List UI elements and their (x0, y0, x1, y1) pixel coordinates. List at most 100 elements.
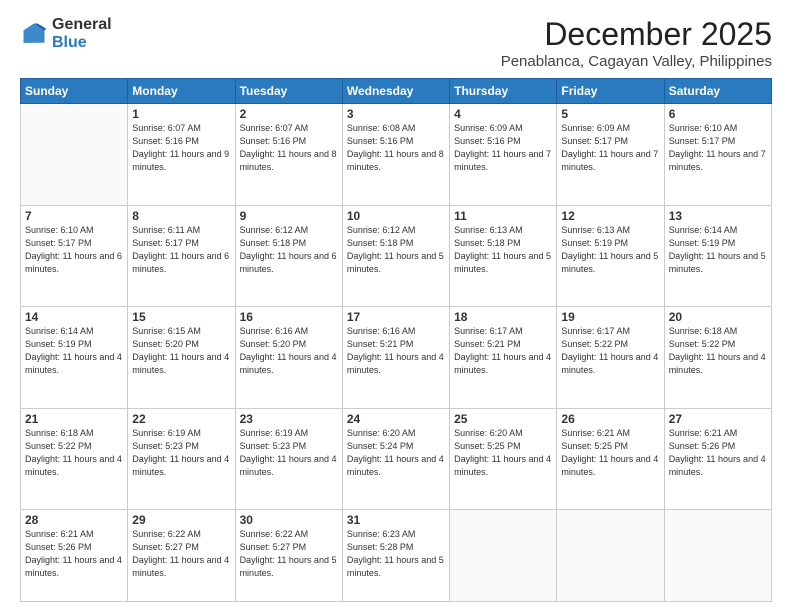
weekday-header: Thursday (450, 79, 557, 104)
weekday-header-row: SundayMondayTuesdayWednesdayThursdayFrid… (21, 79, 772, 104)
calendar-cell: 6Sunrise: 6:10 AM Sunset: 5:17 PM Daylig… (664, 104, 771, 206)
calendar-cell: 5Sunrise: 6:09 AM Sunset: 5:17 PM Daylig… (557, 104, 664, 206)
day-info: Sunrise: 6:08 AM Sunset: 5:16 PM Dayligh… (347, 122, 445, 174)
day-number: 2 (240, 107, 338, 121)
weekday-header: Monday (128, 79, 235, 104)
calendar-cell: 17Sunrise: 6:16 AM Sunset: 5:21 PM Dayli… (342, 307, 449, 409)
day-info: Sunrise: 6:21 AM Sunset: 5:26 PM Dayligh… (25, 528, 123, 580)
weekday-header: Sunday (21, 79, 128, 104)
calendar-cell: 25Sunrise: 6:20 AM Sunset: 5:25 PM Dayli… (450, 408, 557, 510)
calendar-week-row: 21Sunrise: 6:18 AM Sunset: 5:22 PM Dayli… (21, 408, 772, 510)
day-info: Sunrise: 6:20 AM Sunset: 5:24 PM Dayligh… (347, 427, 445, 479)
day-number: 20 (669, 310, 767, 324)
day-info: Sunrise: 6:12 AM Sunset: 5:18 PM Dayligh… (240, 224, 338, 276)
calendar-cell: 21Sunrise: 6:18 AM Sunset: 5:22 PM Dayli… (21, 408, 128, 510)
day-info: Sunrise: 6:19 AM Sunset: 5:23 PM Dayligh… (240, 427, 338, 479)
day-number: 12 (561, 209, 659, 223)
day-number: 28 (25, 513, 123, 527)
day-info: Sunrise: 6:13 AM Sunset: 5:19 PM Dayligh… (561, 224, 659, 276)
calendar-cell: 13Sunrise: 6:14 AM Sunset: 5:19 PM Dayli… (664, 205, 771, 307)
logo: General Blue (20, 16, 112, 51)
calendar-week-row: 7Sunrise: 6:10 AM Sunset: 5:17 PM Daylig… (21, 205, 772, 307)
day-number: 29 (132, 513, 230, 527)
header: General Blue December 2025 Penablanca, C… (20, 16, 772, 70)
day-number: 22 (132, 412, 230, 426)
calendar-cell (664, 510, 771, 602)
calendar-cell: 1Sunrise: 6:07 AM Sunset: 5:16 PM Daylig… (128, 104, 235, 206)
logo-blue: Blue (52, 34, 112, 52)
day-info: Sunrise: 6:22 AM Sunset: 5:27 PM Dayligh… (132, 528, 230, 580)
calendar-cell: 31Sunrise: 6:23 AM Sunset: 5:28 PM Dayli… (342, 510, 449, 602)
calendar-cell: 20Sunrise: 6:18 AM Sunset: 5:22 PM Dayli… (664, 307, 771, 409)
calendar-cell: 28Sunrise: 6:21 AM Sunset: 5:26 PM Dayli… (21, 510, 128, 602)
day-info: Sunrise: 6:14 AM Sunset: 5:19 PM Dayligh… (25, 325, 123, 377)
day-number: 3 (347, 107, 445, 121)
day-info: Sunrise: 6:12 AM Sunset: 5:18 PM Dayligh… (347, 224, 445, 276)
calendar-cell: 26Sunrise: 6:21 AM Sunset: 5:25 PM Dayli… (557, 408, 664, 510)
day-number: 19 (561, 310, 659, 324)
calendar-cell: 18Sunrise: 6:17 AM Sunset: 5:21 PM Dayli… (450, 307, 557, 409)
title-block: December 2025 Penablanca, Cagayan Valley… (501, 16, 772, 70)
day-info: Sunrise: 6:20 AM Sunset: 5:25 PM Dayligh… (454, 427, 552, 479)
calendar-cell: 24Sunrise: 6:20 AM Sunset: 5:24 PM Dayli… (342, 408, 449, 510)
logo-text: General Blue (52, 16, 112, 51)
day-info: Sunrise: 6:16 AM Sunset: 5:20 PM Dayligh… (240, 325, 338, 377)
day-info: Sunrise: 6:07 AM Sunset: 5:16 PM Dayligh… (132, 122, 230, 174)
calendar-page: General Blue December 2025 Penablanca, C… (0, 0, 792, 612)
calendar-cell (557, 510, 664, 602)
day-number: 25 (454, 412, 552, 426)
day-number: 16 (240, 310, 338, 324)
day-info: Sunrise: 6:16 AM Sunset: 5:21 PM Dayligh… (347, 325, 445, 377)
calendar-cell: 15Sunrise: 6:15 AM Sunset: 5:20 PM Dayli… (128, 307, 235, 409)
day-info: Sunrise: 6:10 AM Sunset: 5:17 PM Dayligh… (25, 224, 123, 276)
day-number: 15 (132, 310, 230, 324)
weekday-header: Tuesday (235, 79, 342, 104)
day-info: Sunrise: 6:11 AM Sunset: 5:17 PM Dayligh… (132, 224, 230, 276)
calendar-cell: 19Sunrise: 6:17 AM Sunset: 5:22 PM Dayli… (557, 307, 664, 409)
calendar-cell (450, 510, 557, 602)
calendar-cell: 30Sunrise: 6:22 AM Sunset: 5:27 PM Dayli… (235, 510, 342, 602)
day-number: 14 (25, 310, 123, 324)
day-info: Sunrise: 6:13 AM Sunset: 5:18 PM Dayligh… (454, 224, 552, 276)
calendar-cell: 23Sunrise: 6:19 AM Sunset: 5:23 PM Dayli… (235, 408, 342, 510)
calendar-cell: 11Sunrise: 6:13 AM Sunset: 5:18 PM Dayli… (450, 205, 557, 307)
day-info: Sunrise: 6:17 AM Sunset: 5:21 PM Dayligh… (454, 325, 552, 377)
calendar-week-row: 1Sunrise: 6:07 AM Sunset: 5:16 PM Daylig… (21, 104, 772, 206)
day-info: Sunrise: 6:18 AM Sunset: 5:22 PM Dayligh… (669, 325, 767, 377)
day-number: 17 (347, 310, 445, 324)
day-number: 24 (347, 412, 445, 426)
location-title: Penablanca, Cagayan Valley, Philippines (501, 53, 772, 70)
day-info: Sunrise: 6:22 AM Sunset: 5:27 PM Dayligh… (240, 528, 338, 580)
calendar-cell: 4Sunrise: 6:09 AM Sunset: 5:16 PM Daylig… (450, 104, 557, 206)
day-number: 6 (669, 107, 767, 121)
logo-icon (20, 20, 48, 48)
calendar-cell: 3Sunrise: 6:08 AM Sunset: 5:16 PM Daylig… (342, 104, 449, 206)
day-number: 18 (454, 310, 552, 324)
calendar-week-row: 14Sunrise: 6:14 AM Sunset: 5:19 PM Dayli… (21, 307, 772, 409)
weekday-header: Friday (557, 79, 664, 104)
day-info: Sunrise: 6:09 AM Sunset: 5:16 PM Dayligh… (454, 122, 552, 174)
day-number: 8 (132, 209, 230, 223)
day-info: Sunrise: 6:17 AM Sunset: 5:22 PM Dayligh… (561, 325, 659, 377)
calendar-week-row: 28Sunrise: 6:21 AM Sunset: 5:26 PM Dayli… (21, 510, 772, 602)
calendar-cell: 12Sunrise: 6:13 AM Sunset: 5:19 PM Dayli… (557, 205, 664, 307)
calendar-cell: 14Sunrise: 6:14 AM Sunset: 5:19 PM Dayli… (21, 307, 128, 409)
calendar-cell: 10Sunrise: 6:12 AM Sunset: 5:18 PM Dayli… (342, 205, 449, 307)
day-info: Sunrise: 6:14 AM Sunset: 5:19 PM Dayligh… (669, 224, 767, 276)
calendar-cell: 27Sunrise: 6:21 AM Sunset: 5:26 PM Dayli… (664, 408, 771, 510)
day-number: 4 (454, 107, 552, 121)
day-number: 27 (669, 412, 767, 426)
day-number: 5 (561, 107, 659, 121)
logo-general: General (52, 16, 112, 34)
day-number: 21 (25, 412, 123, 426)
weekday-header: Saturday (664, 79, 771, 104)
calendar-cell: 16Sunrise: 6:16 AM Sunset: 5:20 PM Dayli… (235, 307, 342, 409)
day-number: 31 (347, 513, 445, 527)
day-number: 26 (561, 412, 659, 426)
day-info: Sunrise: 6:07 AM Sunset: 5:16 PM Dayligh… (240, 122, 338, 174)
calendar-cell: 29Sunrise: 6:22 AM Sunset: 5:27 PM Dayli… (128, 510, 235, 602)
day-info: Sunrise: 6:19 AM Sunset: 5:23 PM Dayligh… (132, 427, 230, 479)
calendar-cell: 9Sunrise: 6:12 AM Sunset: 5:18 PM Daylig… (235, 205, 342, 307)
day-info: Sunrise: 6:09 AM Sunset: 5:17 PM Dayligh… (561, 122, 659, 174)
day-number: 30 (240, 513, 338, 527)
